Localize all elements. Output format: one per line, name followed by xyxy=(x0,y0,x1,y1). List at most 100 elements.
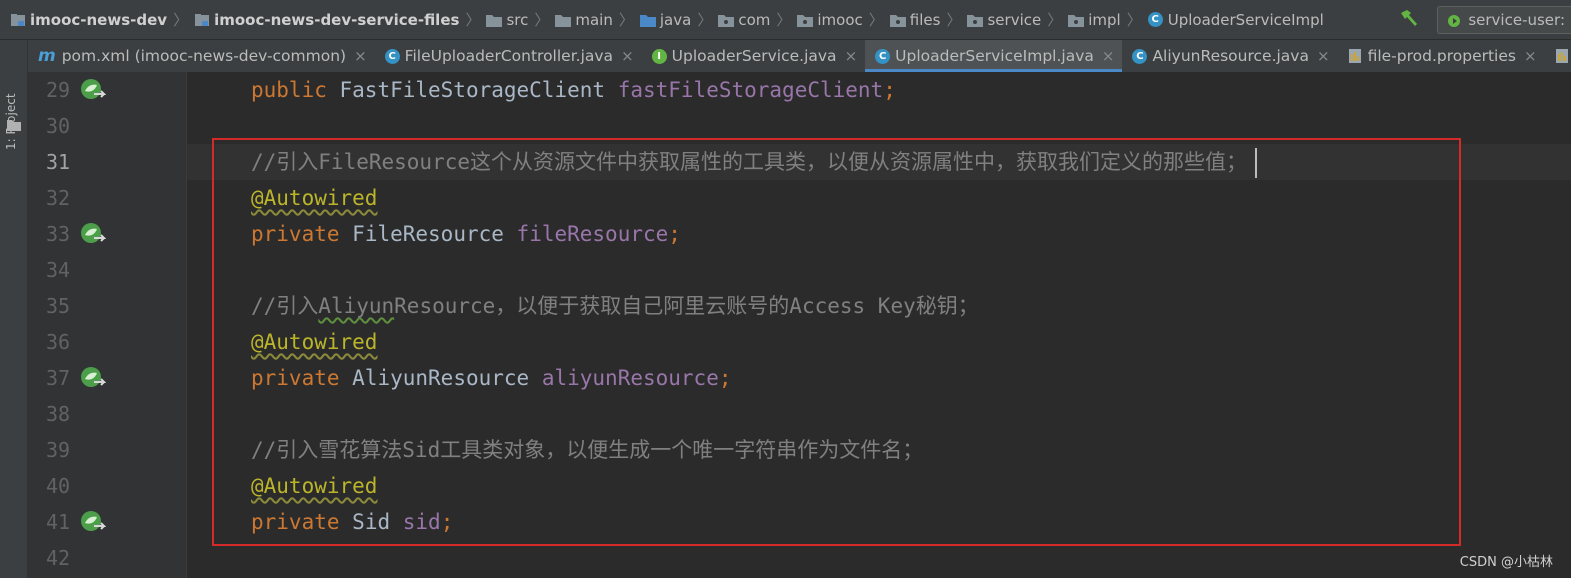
navigation-breadcrumb: imooc-news-dev 〉 imooc-news-dev-service-… xyxy=(0,0,1571,40)
class-icon: C xyxy=(875,48,891,64)
line-number: 37 xyxy=(46,366,71,390)
breadcrumb-separator: 〉 xyxy=(534,11,550,29)
tab-uploader-service[interactable]: I UploaderService.java × xyxy=(642,40,866,72)
tab-label: file-prod.properties xyxy=(1367,47,1516,65)
line-number: 39 xyxy=(46,438,71,462)
folder-icon xyxy=(486,13,503,27)
breadcrumb-separator: 〉 xyxy=(173,11,189,29)
close-icon[interactable]: × xyxy=(845,47,858,65)
close-icon[interactable]: × xyxy=(1102,47,1115,65)
keyword: public xyxy=(251,78,327,102)
gutter-line: 42 xyxy=(28,540,186,576)
code-line-29[interactable]: public FastFileStorageClient fastFileSto… xyxy=(251,72,896,108)
package-icon xyxy=(797,13,814,27)
source-folder-icon xyxy=(639,13,656,27)
gutter-line: 33 xyxy=(28,216,186,252)
tab-pom-xml[interactable]: m pom.xml (imooc-news-dev-common) × xyxy=(28,40,375,72)
gutter-line-current: 31 xyxy=(28,144,186,180)
line-number: 35 xyxy=(46,294,71,318)
run-configuration-selector[interactable]: service-user: xyxy=(1437,6,1571,34)
line-number: 33 xyxy=(46,222,71,246)
tab-label: UploaderServiceImpl.java xyxy=(895,47,1094,65)
annotation-highlight-box xyxy=(212,138,1461,546)
breadcrumb-separator: 〉 xyxy=(465,11,481,29)
breadcrumb-item-src[interactable]: src xyxy=(486,11,528,29)
close-icon[interactable]: × xyxy=(1524,47,1537,65)
project-tool-window-strip: 1: Project xyxy=(0,40,28,578)
breadcrumb-item-files[interactable]: files xyxy=(889,10,941,29)
toolbar-right: service-user: xyxy=(1399,0,1571,40)
tab-label: pom.xml (imooc-news-dev-common) xyxy=(61,47,347,65)
project-folder-icon[interactable] xyxy=(7,116,21,135)
line-number: 30 xyxy=(46,114,71,138)
tab-uploader-service-impl[interactable]: C UploaderServiceImpl.java × xyxy=(865,40,1123,72)
breadcrumb-item-class[interactable]: C UploaderServiceImpl xyxy=(1147,11,1324,29)
autowired-bean-icon[interactable] xyxy=(80,78,107,107)
class-icon: C xyxy=(1147,12,1163,27)
tab-label: UploaderService.java xyxy=(671,47,837,65)
breadcrumb-separator: 〉 xyxy=(1126,11,1142,29)
editor-gutter: 29 30 31 32 33 34 35 36 37 38 39 40 41 4… xyxy=(28,72,187,578)
breadcrumb-separator: 〉 xyxy=(697,11,713,29)
gutter-line: 37 xyxy=(28,360,186,396)
package-icon xyxy=(1068,13,1085,27)
interface-icon: I xyxy=(651,48,667,64)
breadcrumb-separator: 〉 xyxy=(776,11,792,29)
gutter-line: 40 xyxy=(28,468,186,504)
gutter-line: 36 xyxy=(28,324,186,360)
breadcrumb-label: src xyxy=(506,10,529,29)
type-name: FastFileStorageClient xyxy=(339,78,606,102)
breadcrumb-separator: 〉 xyxy=(868,11,884,29)
semicolon: ; xyxy=(883,78,896,102)
tab-aliyun-resource[interactable]: C AliyunResource.java × xyxy=(1122,40,1337,72)
line-number: 31 xyxy=(46,150,71,174)
gutter-line: 39 xyxy=(28,432,186,468)
watermark: CSDN @小枯林 xyxy=(1459,555,1553,570)
autowired-bean-icon[interactable] xyxy=(80,222,107,251)
breadcrumb-item-module-root[interactable]: imooc-news-dev xyxy=(10,11,167,29)
gutter-line: 38 xyxy=(28,396,186,432)
autowired-bean-icon[interactable] xyxy=(80,510,107,539)
module-icon xyxy=(194,12,210,28)
breadcrumb-item-java[interactable]: java xyxy=(639,10,692,29)
run-config-label: service-user: xyxy=(1468,11,1565,29)
line-number: 36 xyxy=(46,330,71,354)
package-icon xyxy=(889,13,906,27)
autowired-bean-icon[interactable] xyxy=(80,366,107,395)
breadcrumb-item-module[interactable]: imooc-news-dev-service-files xyxy=(194,11,459,29)
close-icon[interactable]: × xyxy=(621,47,634,65)
line-number: 42 xyxy=(46,546,71,570)
close-icon[interactable]: × xyxy=(1317,47,1330,65)
breadcrumb-item-main[interactable]: main xyxy=(555,10,613,29)
tab-file-prod-properties[interactable]: file-prod.properties × xyxy=(1338,40,1545,72)
line-number: 29 xyxy=(46,78,71,102)
breadcrumb-item-impl[interactable]: impl xyxy=(1068,11,1121,29)
class-icon: C xyxy=(384,48,400,64)
gutter-line: 34 xyxy=(28,252,186,288)
breadcrumb-separator: 〉 xyxy=(618,11,634,29)
class-icon: C xyxy=(1132,48,1148,64)
breadcrumb-item-imooc[interactable]: imooc xyxy=(797,10,863,29)
editor-tabs: m pom.xml (imooc-news-dev-common) × C Fi… xyxy=(28,40,1571,72)
line-number: 32 xyxy=(46,186,71,210)
package-icon xyxy=(718,13,735,27)
breadcrumb-label: service xyxy=(987,10,1042,29)
package-icon xyxy=(967,13,984,27)
breadcrumb-label: com xyxy=(738,10,771,29)
breadcrumb-label: main xyxy=(575,10,613,29)
tab-file-dev-properties[interactable]: file-d xyxy=(1545,40,1571,72)
run-config-icon xyxy=(1446,12,1462,28)
breadcrumb-label: files xyxy=(909,10,941,29)
line-number: 38 xyxy=(46,402,71,426)
breadcrumb-separator: 〉 xyxy=(1047,11,1063,29)
tab-label: AliyunResource.java xyxy=(1152,47,1309,65)
breadcrumb-label: imooc xyxy=(817,10,863,29)
close-icon[interactable]: × xyxy=(354,47,367,65)
breadcrumb-item-service[interactable]: service xyxy=(967,11,1041,29)
breadcrumb-item-com[interactable]: com xyxy=(718,11,770,29)
folder-icon xyxy=(555,13,572,27)
line-number: 41 xyxy=(46,510,71,534)
tab-file-uploader-controller[interactable]: C FileUploaderController.java × xyxy=(375,40,642,72)
build-hammer-icon[interactable] xyxy=(1399,9,1419,31)
breadcrumb-label: java xyxy=(659,10,692,29)
